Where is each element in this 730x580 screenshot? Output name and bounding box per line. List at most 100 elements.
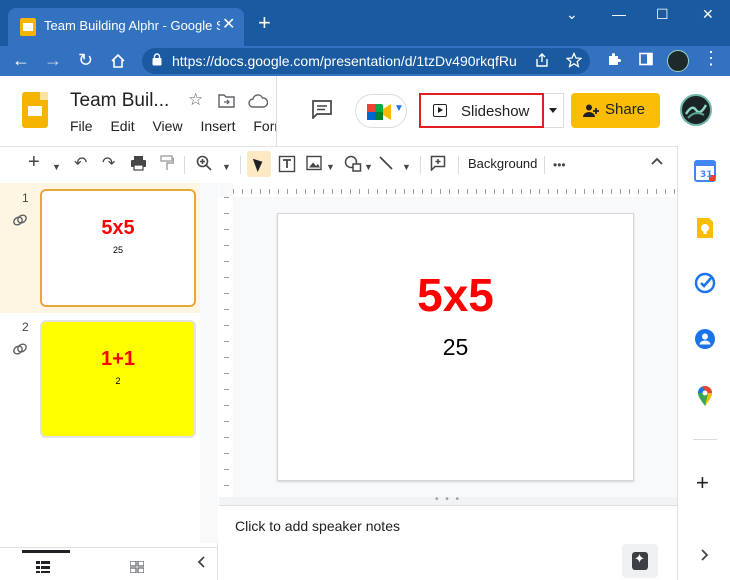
tasks-icon[interactable] <box>694 272 716 294</box>
slide-number: 2 <box>22 320 29 334</box>
collapse-filmstrip-icon[interactable] <box>196 555 206 574</box>
calendar-icon[interactable]: 31 <box>694 160 716 182</box>
share-button[interactable]: Share <box>571 93 660 128</box>
background-button[interactable]: Background <box>468 156 537 171</box>
filmstrip-view-controls <box>0 547 218 580</box>
forward-button[interactable]: → <box>44 50 62 70</box>
thumbnail-subtitle: 2 <box>115 376 121 386</box>
browser-titlebar: Team Building Alphr - Google Slides ✕ + … <box>0 0 730 46</box>
slide-thumbnail-2[interactable]: 1+1 2 <box>40 320 196 438</box>
share-label: Share <box>605 101 646 118</box>
cloud-status-icon[interactable] <box>248 93 269 113</box>
slideshow-dropdown-button[interactable] <box>544 93 564 128</box>
contacts-icon[interactable] <box>694 328 716 350</box>
meet-caret-icon: ▼ <box>394 103 404 114</box>
svg-text:31: 31 <box>700 170 713 180</box>
menu-file[interactable]: File <box>70 118 93 134</box>
tab-title: Team Building Alphr - Google Slides <box>44 18 220 33</box>
star-icon[interactable]: ☆ <box>188 90 203 110</box>
thumbnail-subtitle: 25 <box>112 245 123 255</box>
bookmark-star-icon[interactable] <box>565 51 583 72</box>
text-box-icon[interactable] <box>278 155 296 180</box>
current-slide[interactable]: 5x5 25 <box>277 213 634 481</box>
zoom-caret-icon[interactable]: ▼ <box>222 156 231 178</box>
slide-subtitle[interactable]: 25 <box>278 334 633 361</box>
expand-side-panel-icon[interactable] <box>700 548 710 567</box>
reload-button[interactable]: ↻ <box>78 50 93 70</box>
filmstrip-scrollbar[interactable] <box>200 183 218 543</box>
shape-caret-icon[interactable]: ▼ <box>364 156 373 178</box>
tab-search-icon[interactable]: ⌄ <box>566 6 578 23</box>
keep-icon[interactable] <box>694 217 716 239</box>
slide-thumbnail-1[interactable]: 5x5 25 <box>40 189 196 307</box>
close-window-button[interactable]: ✕ <box>702 6 714 23</box>
slides-logo-icon[interactable] <box>22 92 48 128</box>
horizontal-ruler[interactable] <box>233 183 677 197</box>
slideshow-button[interactable]: Slideshow <box>419 93 544 128</box>
url-text[interactable]: https://docs.google.com/presentation/d/1… <box>172 53 532 69</box>
lock-icon[interactable] <box>152 53 162 66</box>
maximize-button[interactable]: ☐ <box>656 6 669 23</box>
account-avatar[interactable] <box>680 94 712 126</box>
editor-toolbar: + ▼ ↶ ↷ ▼ ▼ ▼ ▼ Background ••• <box>0 146 677 182</box>
document-title[interactable]: Team Buil... <box>70 90 169 112</box>
home-icon[interactable] <box>110 53 126 69</box>
redo-icon[interactable]: ↷ <box>102 153 115 175</box>
maps-icon[interactable] <box>694 385 716 407</box>
filmstrip-view-icon[interactable] <box>36 560 50 573</box>
toolbar-separator <box>458 156 459 174</box>
browser-profile-avatar[interactable] <box>667 50 689 72</box>
active-view-indicator <box>22 550 70 553</box>
slide-title[interactable]: 5x5 <box>278 268 633 322</box>
insert-comment-icon[interactable] <box>430 155 446 178</box>
vertical-ruler[interactable] <box>219 197 233 497</box>
new-slide-layout-caret-icon[interactable]: ▼ <box>52 156 61 178</box>
line-icon[interactable] <box>378 155 394 178</box>
browser-tab[interactable]: Team Building Alphr - Google Slides ✕ <box>8 8 244 46</box>
side-panel-icon[interactable] <box>638 51 654 71</box>
minimize-button[interactable]: — <box>612 6 626 22</box>
comment-history-icon[interactable] <box>311 99 333 121</box>
menu-insert[interactable]: Insert <box>200 118 235 134</box>
meet-button[interactable]: ▼ <box>355 94 407 128</box>
collapse-toolbar-icon[interactable] <box>650 153 664 171</box>
select-tool-icon[interactable] <box>247 151 271 177</box>
move-folder-icon[interactable] <box>218 93 235 113</box>
meet-icon <box>366 102 392 122</box>
filmstrip-panel: 1 5x5 25 2 1+1 2 <box>0 183 218 580</box>
back-button[interactable]: ← <box>12 50 30 70</box>
omnibox[interactable]: https://docs.google.com/presentation/d/1… <box>142 48 590 74</box>
explore-icon <box>632 551 648 570</box>
browser-menu-icon[interactable]: ⋮ <box>702 49 720 67</box>
new-slide-button[interactable]: + <box>28 151 40 173</box>
notes-resize-handle[interactable]: • • • <box>219 495 677 505</box>
print-icon[interactable] <box>130 155 147 178</box>
shape-icon[interactable] <box>344 155 362 179</box>
menu-edit[interactable]: Edit <box>110 118 134 134</box>
tab-close-icon[interactable]: ✕ <box>222 16 235 34</box>
share-page-icon[interactable] <box>534 52 550 72</box>
new-tab-button[interactable]: + <box>258 12 271 34</box>
undo-icon[interactable]: ↶ <box>74 153 87 175</box>
toolbar-separator <box>544 156 545 174</box>
linked-slide-icon <box>12 213 28 227</box>
speaker-notes-placeholder[interactable]: Click to add speaker notes <box>235 518 400 534</box>
explore-button[interactable] <box>622 544 658 578</box>
image-icon[interactable] <box>306 155 322 178</box>
side-panel-separator <box>693 439 717 440</box>
add-addon-icon[interactable]: + <box>696 472 709 494</box>
zoom-icon[interactable] <box>196 155 212 178</box>
paint-format-icon[interactable] <box>160 155 175 178</box>
image-caret-icon[interactable]: ▼ <box>326 156 335 178</box>
thumbnail-title: 1+1 <box>101 348 135 370</box>
side-panel: 31 + <box>677 146 730 580</box>
extensions-puzzle-icon[interactable] <box>606 51 622 71</box>
grid-view-icon[interactable] <box>129 560 145 574</box>
slide-number: 1 <box>22 191 29 205</box>
line-caret-icon[interactable]: ▼ <box>402 156 411 178</box>
menu-view[interactable]: View <box>152 118 182 134</box>
toolbar-separator <box>184 156 185 174</box>
thumbnail-title: 5x5 <box>101 217 135 239</box>
more-options-icon[interactable]: ••• <box>553 154 566 176</box>
speaker-notes[interactable]: Click to add speaker notes <box>219 505 677 580</box>
